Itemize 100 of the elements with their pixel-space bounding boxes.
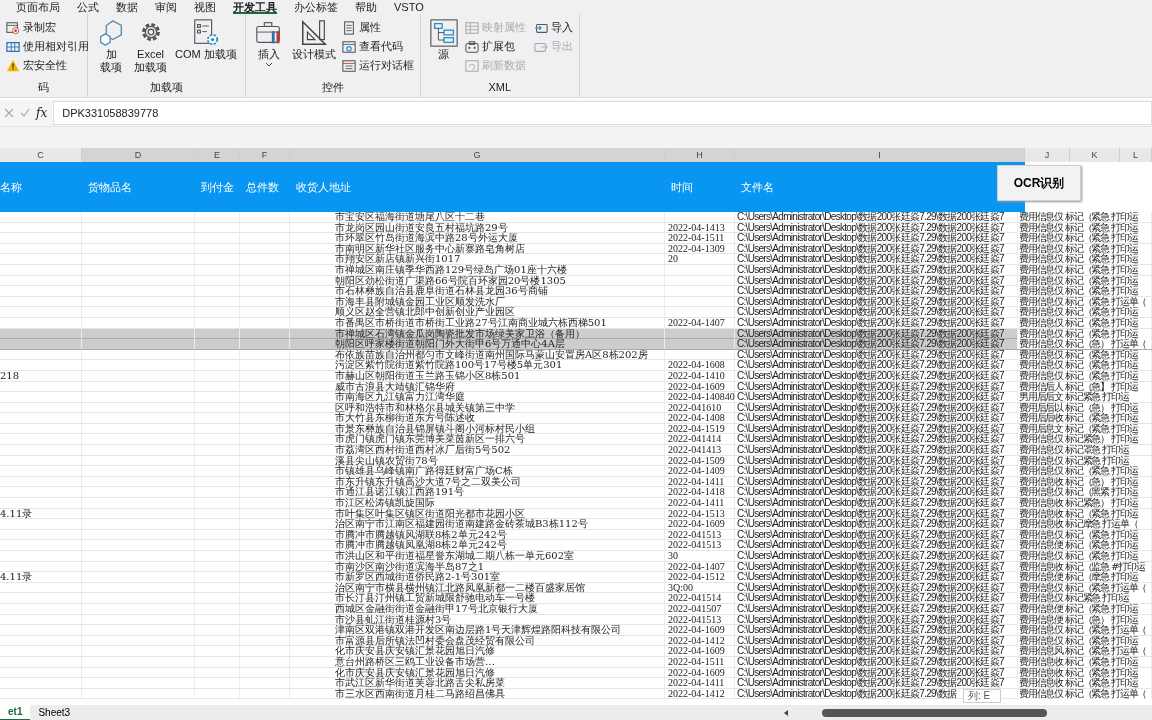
sheet-tab[interactable]: Sheet3 xyxy=(30,705,79,720)
ribbon-tab[interactable]: 数据 xyxy=(116,0,138,14)
table-cell: 费用信息仅 标记（紧急 打印运 xyxy=(1019,369,1138,381)
ribbon-button[interactable]: 使用相对引用 xyxy=(6,37,89,56)
group-label: 码 xyxy=(37,81,50,95)
table-row[interactable]: 市宝安区福海街道塘尾八区十二巷 C:\Users\Administrator\Desktop\数据200张廷焱7.29\数据200张廷焱7 费用信息仅 标记（紧急 打印运 xyxy=(0,212,1152,223)
ribbon-tab[interactable]: 审阅 xyxy=(155,0,177,14)
table-cell: 2022-041513 xyxy=(668,528,722,540)
ribbon-tab[interactable]: 办公标签 xyxy=(294,0,338,14)
table-row[interactable]: 治区南宁市横县横州镇江北路凤凰新都一二楼百盛家居馆 3Q:00 C:\Users\Administrator\Desktop\数据200张廷焱7.29\数据200张廷焱7 费用信息仅 标记（紧急 打运单（ xyxy=(0,582,1152,594)
ribbon-button[interactable]: 源 xyxy=(426,18,461,81)
table-cell: 市景东彝族自治县锦屏镇斗阁小河标村民小组 xyxy=(335,422,535,434)
sheet-tab[interactable]: et1 xyxy=(0,704,31,720)
table-row[interactable]: 意台州路桥区三鸥工业设备市场营… 2022-04-1511 C:\Users\Administrator\Desktop\数据200张廷焱7.29\数据200张廷焱7 费用信息收 标记（紧急 打印运 xyxy=(0,656,1152,668)
table-cell: C:\Users\Administrator\Desktop\数据200张廷焱7.29\数据200张廷焱7 xyxy=(737,624,1004,636)
table-row[interactable]: 市富源县后所镇法凹村委会盘茂经贸有限公司 2022-04-1412 C:\Users\Administrator\Desktop\数据200张廷焱7.29\数据200张廷焱7 费用信息仅 标记（紧急 打印运 xyxy=(0,635,1152,647)
ocr-button[interactable]: OCR识别 xyxy=(997,165,1081,201)
table-cell: 2022-04-1411 xyxy=(668,497,725,509)
ribbon-button[interactable]: 属性 xyxy=(341,18,414,37)
table-row[interactable]: 市荔湾区西村街道西村冰厂后街5号502 2022-041413 C:\Users\Administrator\Desktop\数据200张廷焱7.29\数据200张廷焱7 费用信息仅 标记罩急 打印运 xyxy=(0,445,1152,456)
table-row[interactable]: 市镇雄县乌峰镇南广路得廷财富广场C栋 2022-04-1409 C:\Users\Administrator\Desktop\数据200张廷焱7.29\数据200张廷焱7 费用信息仅 标记（紧急 打印运 xyxy=(0,466,1152,477)
ribbon-tab[interactable]: 视图 xyxy=(194,0,216,14)
formula-input[interactable]: DPK331058839778 xyxy=(53,101,1152,125)
table-cell: C:\Users\Administrator\Desktop\数据200张廷焱7.29\数据200张廷焱7 xyxy=(737,518,1004,530)
table-cell: 费用信息收 标记紧急） 打印运 xyxy=(1019,497,1138,509)
ribbon-button[interactable]: 录制宏 xyxy=(6,18,89,37)
ribbon-button[interactable]: Excel 加载项 xyxy=(132,18,169,81)
table-cell: 218 xyxy=(0,369,20,381)
table-cell: 费用信息仅 标记（紧急 打印运 xyxy=(1019,274,1138,286)
table-row[interactable]: 218 市赫山区朝阳街道玉兰路玉锦小区8栋501 2022-04-1410 C:\Users\Administrator\Desktop\数据200张廷焱7.29\数据200张廷焱7 费用信息仅 标记（紧急 打印运 xyxy=(0,370,1152,382)
ribbon-button[interactable]: 设计模式 xyxy=(289,18,338,81)
column-header: 名称 xyxy=(0,181,22,193)
column-letter[interactable]: D xyxy=(82,148,195,162)
table-cell: 费用信息仅 标记（紧急 打印运 xyxy=(1019,221,1138,233)
table-cell: 市赫山区朝阳街道玉兰路玉锦小区8栋501 xyxy=(335,369,521,381)
table-cell: 朝阳区呼家楼街道朝阳门外大街甲6号万通中心4A层 xyxy=(335,338,565,350)
table-row[interactable]: 市翔安区新店镇新兴街1017 20 C:\Users\Administrator\Desktop\数据200张廷焱7.29\数据200张廷焱7 费用信息仅 标记（紧急 打印运 xyxy=(0,254,1152,265)
ribbon-button[interactable]: 导入 xyxy=(533,18,573,37)
table-row[interactable]: 污淀区紫竹院街道紫竹院路100号17号楼5单元301 2022-04-1608 C:\Users\Administrator\Desktop\数据200张廷焱7.29\数据200张廷焱7 费用信息仅 标记（紧急 打印运 xyxy=(0,360,1152,371)
ribbon-button[interactable]: 加 载项 xyxy=(94,18,128,81)
column-header: 货物品名 xyxy=(88,181,132,193)
table-cell: 费用信息仅 标记（黑紧 打印运 xyxy=(1019,486,1138,498)
table-cell: 2022-04-1411 xyxy=(668,677,725,689)
column-letter[interactable]: I xyxy=(735,148,1025,162)
table-row[interactable]: 津南区双港镇双港开发区南边层路1号天津辉煌路阳科技有限公司 2022-04-1609 C:\Users\Administrator\Desktop\数据200张廷焱7.29\数据200张廷焱7 费用信息仅 标记（紧急 打运单（ xyxy=(0,625,1152,636)
table-cell: C:\Users\Administrator\Desktop\数据200张廷焱7.29\数据200张廷焱7 xyxy=(737,497,1004,509)
table-cell: 费用信息仅 标记罩急 打印运 xyxy=(1019,444,1129,456)
table-cell: 费用信息仅 标记（紧急 打印运 xyxy=(1019,465,1138,477)
ribbon-button[interactable]: 插入 xyxy=(251,18,286,81)
table-row[interactable]: 市禅城区南庄镇季华西路129号绿岛广场01座十六楼 C:\Users\Administrator\Desktop\数据200张廷焱7.29\数据200张廷焱7 费用信息仅 标记（紧急 打印运 xyxy=(0,264,1152,276)
table-row[interactable]: 市腾冲市腾越镇凤凰湖8栋2单元242号 2022-041513 C:\Users\Administrator\Desktop\数据200张廷焱7.29\数据200张廷焱7 费用信息便 标记（紧急 打印运 xyxy=(0,540,1152,551)
table-cell: C:\Users\Administrator\Desktop\数据200张廷焱7.29\数据200张廷焱7 xyxy=(737,677,1004,689)
table-cell: C:\Users\Administrator\Desktop\数据200张廷焱7.29\数据200张廷焱7 xyxy=(737,592,1004,604)
table-row[interactable]: 市武江区新华街道芙蓉北路舌尖私房菜 2022-04-1411 C:\Users\Administrator\Desktop\数据200张廷焱7.29\数据200张廷焱7 费用信息收 标记（紧急 打印运 xyxy=(0,678,1152,689)
table-cell: 2022-04-1609 xyxy=(668,666,725,678)
table-cell: 2022-041514 xyxy=(668,592,722,604)
ribbon-button[interactable]: 查看代码 xyxy=(341,37,414,56)
ribbon-button[interactable]: 宏安全性 xyxy=(6,56,89,75)
ribbon-tab[interactable]: 公式 xyxy=(77,0,99,14)
table-row[interactable]: 市江区松涛镇凯旋国际 2022-04-1411 C:\Users\Administrator\Desktop\数据200张廷焱7.29\数据200张廷焱7 费用信息收 标记紧急） 打印运 xyxy=(0,498,1152,509)
table-cell: 2022-041513 xyxy=(668,613,722,625)
table-row[interactable]: 朝阳区呼家楼街道朝阳门外大街甲6号万通中心4A层 C:\Users\Administrator\Desktop\数据200张廷焱7.29\数据200张廷焱7 费用信息仅 标记（急） 打运单（ xyxy=(0,339,1152,350)
group-label: 控件 xyxy=(320,81,345,95)
table-row[interactable]: 治区南宁市江南区福建园街道南建路金砖茶城B3栋112号 2022-04-1609 C:\Users\Administrator\Desktop\数据200张廷焱7.29\数据200张廷焱7 费用信息收 标记摩急 打运单（ xyxy=(0,519,1152,530)
table-row[interactable]: 4.11录 市新罗区西城街道侨民路2-1号301室 2022-04-1512 C:\Users\Administrator\Desktop\数据200张廷焱7.29\数据200张廷焱7 费用信息便 标记（摩急 打印运 xyxy=(0,572,1152,583)
table-cell: 费用信息仅 标记（紧急 打印运 xyxy=(1019,348,1138,360)
table-cell: C:\Users\Administrator\Desktop\数据200张廷焱7.29\数据200张廷焱7 xyxy=(737,486,1004,498)
column-letter[interactable]: G xyxy=(290,148,665,162)
table-row[interactable]: 市洪山区和平街道福星誉东湖城二期八栋一单元602室 30 C:\Users\Administrator\Desktop\数据200张廷焱7.29\数据200张廷焱7 费用信息仅 标记（紧急 打印运 xyxy=(0,551,1152,562)
ribbon-button[interactable]: 扩展包 xyxy=(464,37,526,56)
column-letter[interactable]: H xyxy=(665,148,735,162)
table-cell: 市宝安区福海街道塘尾八区十二巷 xyxy=(335,212,485,222)
list-icon xyxy=(341,20,356,35)
table-cell: 费用信后人 标记（急】 打印运 xyxy=(1019,380,1138,392)
ribbon-button[interactable]: 运行对话框 xyxy=(341,56,414,75)
table-cell: 费用信息仅 标记（紧急 打印运 xyxy=(1019,306,1138,318)
ribbon-tab[interactable]: VSTO xyxy=(394,0,424,14)
table-cell: 费用信息便 标记（摩急 打印运 xyxy=(1019,571,1138,583)
table-cell: 市石林彝族自治县鹿阜街道石林县龙园36号商铺 xyxy=(335,285,548,297)
table-cell: C:\Users\Administrator\Desktop\数据200张廷焱7.29\数据200张廷焱7 xyxy=(737,221,1004,233)
column-letter[interactable]: E xyxy=(195,148,240,162)
ribbon-tab[interactable]: 帮助 xyxy=(355,0,377,14)
function-label[interactable]: fx xyxy=(36,104,48,122)
table-row[interactable]: 化市庆安县庆安镇汇景花园旭日汽修 2022-04-1609 C:\Users\Administrator\Desktop\数据200张廷焱7.29\数据200张廷焱7 费用信息风 标记（紧急 打运单（ xyxy=(0,646,1152,657)
table-row[interactable]: 顺义区赵全营镇北郎中创新创业产业园区 C:\Users\Administrator\Desktop\数据200张廷焱7.29\数据200张廷焱7 费用信息仅 标记（紧急 打印运 xyxy=(0,307,1152,318)
ribbon-button[interactable]: COM 加载项 xyxy=(173,18,239,81)
table-cell: 市叶集区叶集区镇区街道阳光都市花园小区 xyxy=(335,507,525,519)
table-cell: 2022-04-1407 xyxy=(668,316,725,328)
table-row[interactable]: 西城区金融街街道金融街甲17号北京银行大厦 2022-041507 C:\Users\Administrator\Desktop\数据200张廷焱7.29\数据200张廷焱7 费用信息便 标记（紧急 打印运 xyxy=(0,603,1152,615)
table-row[interactable]: 市长汀县汀州镇工贸新城限舒驰电动车一号楼 2022-041514 C:\Users\Administrator\Desktop\数据200张廷焱7.29\数据200张廷焱7 费用信息仅 标记紧急 打印运 xyxy=(0,593,1152,604)
table-row[interactable]: 市东升镇东升镇高沙大道7号之二双美公司 2022-04-1411 C:\Users\Administrator\Desktop\数据200张廷焱7.29\数据200张廷焱7 费用信息收 标记（急） 打印运 xyxy=(0,476,1152,488)
table-row[interactable]: 市环翠区竹岛街道海滨中路28号外运大厦 2022-04-1511 C:\Users\Administrator\Desktop\数据200张廷焱7.29\数据200张廷焱7 费用信息仅 标记（紧急 打印运 xyxy=(0,233,1152,244)
column-letter[interactable]: F xyxy=(240,148,290,162)
ribbon-tab[interactable]: 页面布局 xyxy=(16,0,60,14)
table-row[interactable]: 市石林彝族自治县鹿阜街道石林县龙园36号商铺 C:\Users\Administrator\Desktop\数据200张廷焱7.29\数据200张廷焱7 费用信息仅 标记（紧急 打印运 xyxy=(0,286,1152,297)
table-row[interactable]: 市南海区九江镇富力江湾华庭 2022-04-140840 C:\Users\Administrator\Desktop\数据200张廷焱7.29\数据200张廷焱7 男用后后文 标记紧急 打印运 xyxy=(0,392,1152,403)
table-cell: 布依族苗族自治州都匀市文峰街道南州国际马蒙山安置房A区8栋202房 xyxy=(335,348,648,360)
table-cell: 市三水区西南街道月桂二马路绍昌佛具 xyxy=(335,687,505,699)
table-cell: 市新罗区西城街道侨民路2-1号301室 xyxy=(335,571,501,583)
table-row[interactable]: 市大竹县东柳街道东方号陈述收 2022-04-1408 C:\Users\Administrator\Desktop\数据200张廷焱7.29\数据200张廷焱7 费用后后收 标记（紧急 打印运 xyxy=(0,413,1152,424)
